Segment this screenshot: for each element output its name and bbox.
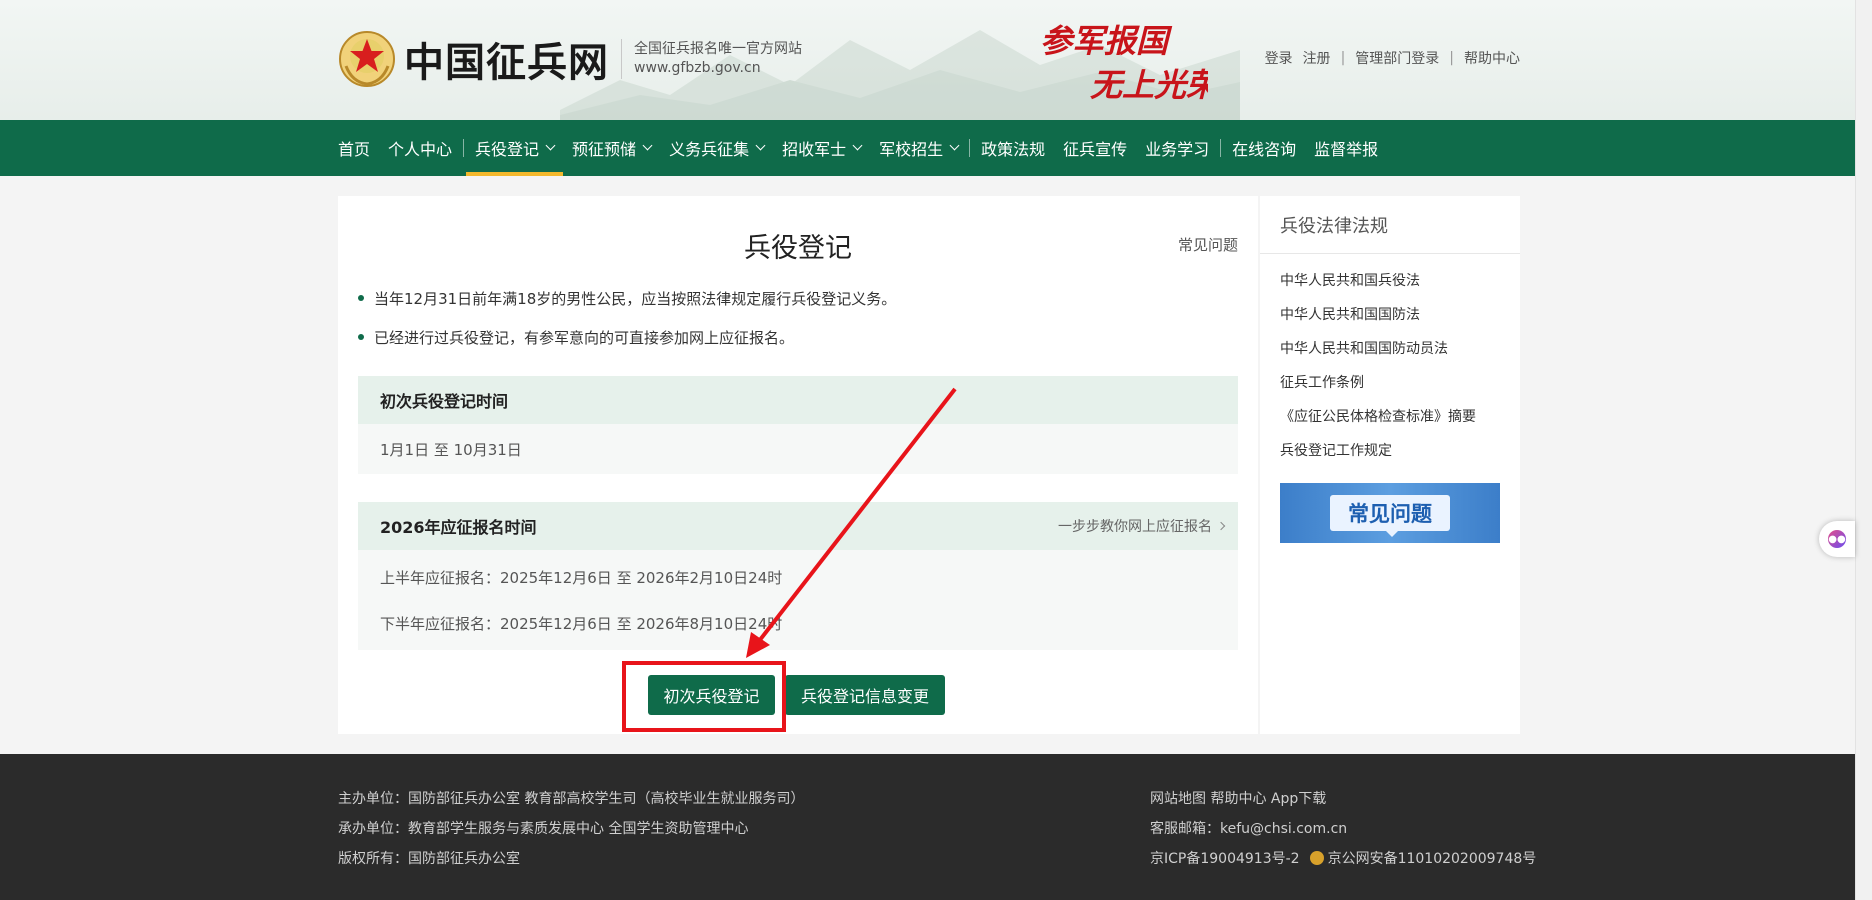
footer-copyright: 版权所有：国防部征兵办公室 <box>338 851 520 867</box>
law-list: 中华人民共和国兵役法 中华人民共和国国防法 中华人民共和国国防动员法 征兵工作条… <box>1260 254 1520 468</box>
footer-nav-links[interactable]: 网站地图 帮助中心 App下载 <box>1150 784 1536 814</box>
list-item: 已经进行过兵役登记，有参军意向的可直接参加网上应征报名。 <box>358 327 896 347</box>
chevron-down-icon <box>642 140 653 151</box>
nav-item-academy-admission[interactable]: 军校招生 <box>870 120 967 176</box>
chevron-down-icon <box>545 140 556 151</box>
sidebar-item-registration-rules[interactable]: 兵役登记工作规定 <box>1280 434 1520 468</box>
page-title: 兵役登记 <box>744 233 852 264</box>
first-registration-time-panel: 初次兵役登记时间 1月1日 至 10月31日 <box>358 376 1238 474</box>
login-link[interactable]: 登录 <box>1265 48 1293 68</box>
police-badge-icon <box>1309 851 1324 865</box>
enlistment-time-panel: 2026年应征报名时间 一步步教你网上应征报名 上半年应征报名：2025年12月… <box>358 502 1238 650</box>
footer-links: 网站地图 帮助中心 App下载 客服邮箱：kefu@chsi.com.cn 京I… <box>1150 784 1536 874</box>
nav-item-study[interactable]: 业务学习 <box>1136 120 1218 176</box>
chevron-down-icon <box>949 140 960 151</box>
nav-item-pre-recruit[interactable]: 预征预储 <box>563 120 660 176</box>
nav-item-nco-recruit[interactable]: 招收军士 <box>773 120 870 176</box>
main-panel: 兵役登记 常见问题 当年12月31日前年满18岁的男性公民，应当按照法律规定履行… <box>338 196 1258 734</box>
slogan-line-2: 无上光荣 <box>1090 66 1208 102</box>
sidebar-item-conscription-regulations[interactable]: 征兵工作条例 <box>1280 366 1520 400</box>
slogan-line-1: 参军报国 <box>1040 22 1173 60</box>
nav-item-report[interactable]: 监督举报 <box>1305 120 1387 176</box>
sidebar-item-national-defense-law[interactable]: 中华人民共和国国防法 <box>1280 298 1520 332</box>
content-area: 兵役登记 常见问题 当年12月31日前年满18岁的男性公民，应当按照法律规定履行… <box>338 196 1520 734</box>
panel-title: 初次兵役登记时间 <box>380 392 509 411</box>
top-links: 登录 注册 | 管理部门登录 | 帮助中心 <box>1264 48 1520 68</box>
army-emblem-icon <box>339 31 395 87</box>
register-link[interactable]: 注册 <box>1303 48 1331 68</box>
sidebar-item-defense-mobilization-law[interactable]: 中华人民共和国国防动员法 <box>1280 332 1520 366</box>
assistant-icon: ●● <box>1828 530 1846 548</box>
nav-item-conscript[interactable]: 义务兵征集 <box>660 120 773 176</box>
bullet-dot-icon <box>358 334 364 340</box>
faq-banner[interactable]: 常见问题 <box>1280 483 1500 543</box>
site-tagline: 全国征兵报名唯一官方网站 <box>634 41 802 57</box>
panel-title: 2026年应征报名时间 <box>380 518 537 537</box>
sidebar-item-military-service-law[interactable]: 中华人民共和国兵役法 <box>1280 264 1520 298</box>
icp-link[interactable]: 京ICP备19004913号-2 <box>1150 851 1300 867</box>
calligraphy-slogan: 参军报国 无上光荣 <box>1040 22 1208 102</box>
bullet-dot-icon <box>358 295 364 301</box>
page-scrollbar[interactable] <box>1855 0 1872 900</box>
list-item: 当年12月31日前年满18岁的男性公民，应当按照法律规定履行兵役登记义务。 <box>358 288 896 308</box>
faq-link[interactable]: 常见问题 <box>1178 234 1238 255</box>
registration-period: 1月1日 至 10月31日 <box>380 441 522 459</box>
main-nav: 首页 个人中心 兵役登记 预征预储 义务兵征集 招收军士 军校招生 政策法规 征… <box>0 120 1872 176</box>
nav-item-online-consult[interactable]: 在线咨询 <box>1223 120 1305 176</box>
site-subtitle: 全国征兵报名唯一官方网站 www.gfbzb.gov.cn <box>621 39 802 79</box>
faq-banner-label: 常见问题 <box>1330 495 1450 531</box>
site-footer: 主办单位：国防部征兵办公室 教育部高校学生司（高校毕业生就业服务司） 承办单位：… <box>0 754 1855 900</box>
footer-email: 客服邮箱：kefu@chsi.com.cn <box>1150 821 1348 837</box>
chevron-right-icon <box>1216 521 1226 531</box>
chevron-down-icon <box>755 140 766 151</box>
admin-login-link[interactable]: 管理部门登录 <box>1355 48 1439 68</box>
assistant-float-button[interactable]: ●● <box>1819 521 1855 557</box>
notice-list: 当年12月31日前年满18岁的男性公民，应当按照法律规定履行兵役登记义务。 已经… <box>358 288 896 366</box>
site-url: www.gfbzb.gov.cn <box>634 60 761 76</box>
police-record-link[interactable]: 京公网安备11010202009748号 <box>1328 851 1537 867</box>
second-half-period: 下半年应征报名：2025年12月6日 至 2026年8月10日24时 <box>380 615 783 633</box>
sidebar-item-physical-exam-standard[interactable]: 《应征公民体格检查标准》摘要 <box>1280 400 1520 434</box>
footer-sponsor: 主办单位：国防部征兵办公室 教育部高校学生司（高校毕业生就业服务司） <box>338 791 805 807</box>
nav-item-personal-center[interactable]: 个人中心 <box>379 120 461 176</box>
nav-item-policy[interactable]: 政策法规 <box>972 120 1054 176</box>
chevron-down-icon <box>852 140 863 151</box>
site-name: 中国征兵网 <box>404 39 609 86</box>
sidebar-title: 兵役法律法规 <box>1260 196 1520 254</box>
first-half-period: 上半年应征报名：2025年12月6日 至 2026年2月10日24时 <box>380 569 783 587</box>
footer-info: 主办单位：国防部征兵办公室 教育部高校学生司（高校毕业生就业服务司） 承办单位：… <box>338 784 804 874</box>
nav-item-home[interactable]: 首页 <box>338 120 379 176</box>
site-logo[interactable]: 中国征兵网 全国征兵报名唯一官方网站 www.gfbzb.gov.cn <box>338 30 802 88</box>
nav-item-military-registration[interactable]: 兵役登记 <box>466 120 564 176</box>
guide-link[interactable]: 一步步教你网上应征报名 <box>1058 516 1226 536</box>
annotation-highlight-box <box>622 661 786 732</box>
help-center-link[interactable]: 帮助中心 <box>1464 48 1520 68</box>
change-registration-info-button[interactable]: 兵役登记信息变更 <box>785 675 945 715</box>
site-header: 中国征兵网 全国征兵报名唯一官方网站 www.gfbzb.gov.cn 参军报国… <box>0 0 1872 120</box>
nav-item-publicity[interactable]: 征兵宣传 <box>1054 120 1136 176</box>
footer-organizer: 承办单位：教育部学生服务与素质发展中心 全国学生资助管理中心 <box>338 821 749 837</box>
sidebar: 兵役法律法规 中华人民共和国兵役法 中华人民共和国国防法 中华人民共和国国防动员… <box>1260 196 1520 734</box>
